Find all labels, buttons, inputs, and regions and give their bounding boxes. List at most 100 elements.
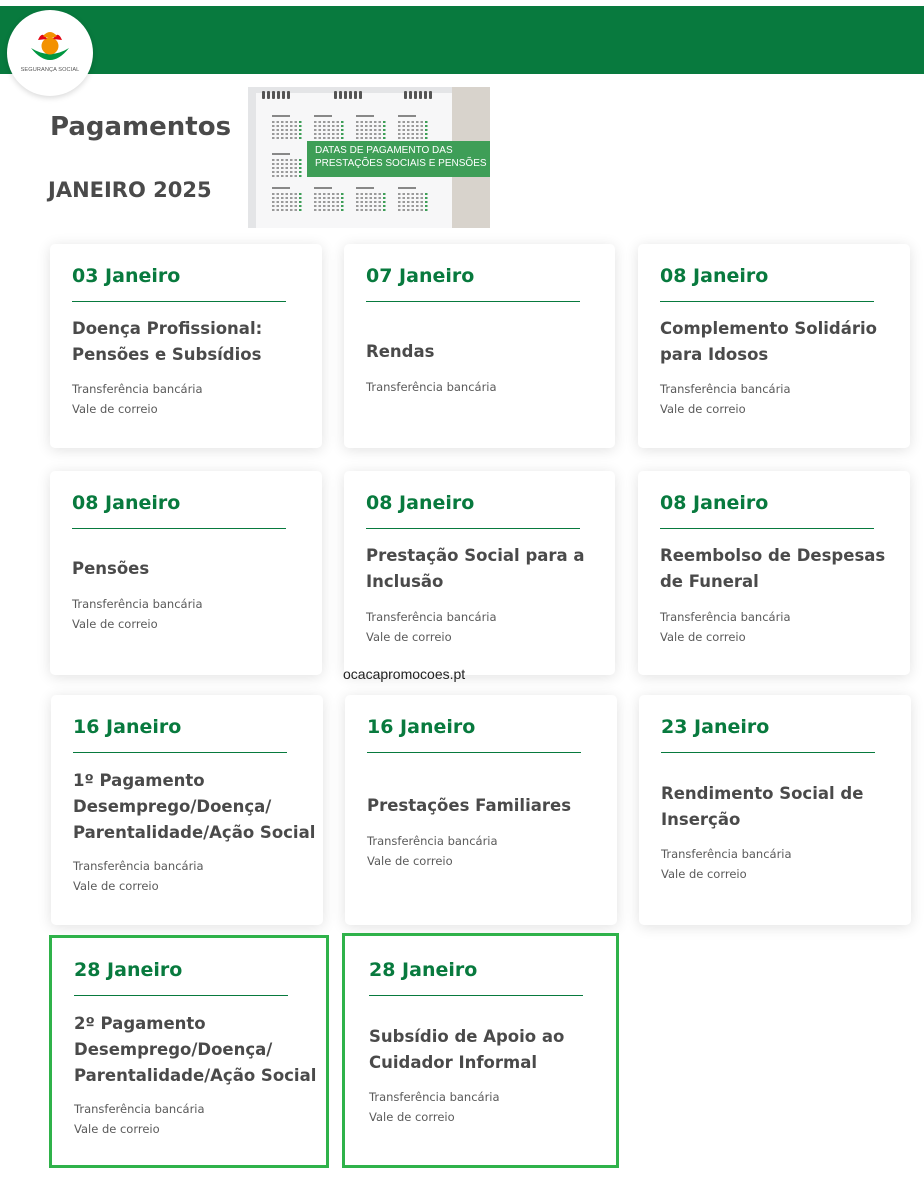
payment-title-line: Reembolso de Despesas [660,546,886,565]
payment-title-line: Prestações Familiares [367,796,572,815]
payment-title-line: Pensões e Subsídios [72,345,262,364]
payment-method: Vale de correio [660,401,746,416]
payment-title: Subsídio de Apoio ao Cuidador Informal [369,1024,619,1076]
payment-title-line: Rendimento Social de [661,784,864,803]
payment-title: 2º Pagamento Desemprego/Doença/ Parental… [74,1011,324,1089]
payment-title-line: Cuidador Informal [369,1053,538,1072]
payment-card[interactable]: 23 Janeiro Rendimento Social de Inserção… [639,695,911,925]
payment-date: 16 Janeiro [73,716,182,738]
payment-title-line: para Idosos [660,345,769,364]
payment-title: Doença Profissional: Pensões e Subsídios [72,316,322,368]
banner-line-2: PRESTAÇÕES SOCIAIS E PENSÕES [315,157,487,169]
payment-date: 08 Janeiro [660,492,769,514]
payment-method: Transferência bancária [366,380,497,394]
payment-date: 03 Janeiro [72,265,181,287]
payment-title: Reembolso de Despesas de Funeral [660,543,910,595]
payment-title-line: Inserção [661,810,741,829]
card-divider [661,752,875,753]
card-divider [72,301,286,302]
payment-date: 07 Janeiro [366,265,475,287]
banner-line-1: DATAS DE PAGAMENTO DAS [315,145,453,156]
payment-card[interactable]: 03 Janeiro Doença Profissional: Pensões … [50,244,322,448]
watermark-text: ocacapromocoes.pt [343,666,466,682]
payment-methods: Transferência bancária Vale de correio [660,380,791,419]
seguranca-social-logo[interactable]: SEGURANÇA SOCIAL [7,10,93,96]
payment-date: 28 Janeiro [369,959,478,981]
payment-card[interactable]: 08 Janeiro Reembolso de Despesas de Fune… [638,471,910,675]
card-divider [74,995,288,996]
payment-title: Rendimento Social de Inserção [661,781,911,833]
payment-method: Vale de correio [660,629,746,644]
payment-method: Vale de correio [661,866,747,881]
payment-methods: Transferência bancária Vale de correio [366,608,497,647]
payment-methods: Transferência bancária Vale de correio [72,380,203,419]
payment-date: 08 Janeiro [72,492,181,514]
payment-title: Prestação Social para a Inclusão [366,543,616,595]
card-divider [660,301,874,302]
payment-methods: Transferência bancária Vale de correio [367,832,498,871]
payment-title-line: 2º Pagamento [74,1014,206,1033]
payment-date: 08 Janeiro [660,265,769,287]
page-title: Pagamentos [50,112,232,142]
payment-title-line: Inclusão [366,572,444,591]
payment-methods: Transferência bancária Vale de correio [73,857,204,896]
payment-title-line: de Funeral [660,572,759,591]
payment-title-line: Parentalidade/Ação Social [73,823,316,842]
payment-card-highlighted[interactable]: 28 Janeiro Subsídio de Apoio ao Cuidador… [342,933,619,1168]
card-divider [367,752,581,753]
payment-date: 28 Janeiro [74,959,183,981]
card-divider [660,528,874,529]
payment-method: Transferência bancária [661,847,792,861]
top-header-bar [0,6,924,74]
card-divider [72,528,286,529]
payment-method: Transferência bancária [367,834,498,848]
payment-title-line: Prestação Social para a [366,546,585,565]
payment-title-line: Complemento Solidário [660,319,877,338]
payment-title-line: Subsídio de Apoio ao [369,1027,565,1046]
payment-title-line: 1º Pagamento [73,771,205,790]
payment-method: Transferência bancária [72,597,203,611]
payment-method: Vale de correio [72,616,158,631]
card-divider [366,301,580,302]
card-divider [73,752,287,753]
payment-card[interactable]: 08 Janeiro Complemento Solidário para Id… [638,244,910,448]
page-subtitle: JANEIRO 2025 [48,178,212,202]
payment-card[interactable]: 16 Janeiro Prestações Familiares Transfe… [345,695,617,925]
payment-date: 08 Janeiro [366,492,475,514]
payment-method: Transferência bancária [74,1102,205,1116]
card-divider [366,528,580,529]
seguranca-social-emblem-icon [31,32,69,60]
payment-card[interactable]: 08 Janeiro Prestação Social para a Inclu… [344,471,615,675]
payment-card[interactable]: 08 Janeiro Pensões Transferência bancári… [50,471,322,675]
payment-methods: Transferência bancária Vale de correio [72,595,203,634]
payment-title-line: Desemprego/Doença/ [73,797,272,816]
calendar-banner-image: DATAS DE PAGAMENTO DAS PRESTAÇÕES SOCIAI… [248,87,490,228]
payment-title: Rendas [366,339,616,365]
banner-label: DATAS DE PAGAMENTO DAS PRESTAÇÕES SOCIAI… [307,141,490,177]
payment-title-line: Rendas [366,342,435,361]
payment-title-line: Parentalidade/Ação Social [74,1066,317,1085]
card-divider [369,995,583,996]
payment-card[interactable]: 16 Janeiro 1º Pagamento Desemprego/Doenç… [51,695,323,925]
payment-method: Vale de correio [366,629,452,644]
payment-method: Vale de correio [369,1109,455,1124]
payment-methods: Transferência bancária Vale de correio [74,1100,205,1139]
payment-method: Transferência bancária [72,382,203,396]
payment-title: Complemento Solidário para Idosos [660,316,910,368]
payment-title: Prestações Familiares [367,793,617,819]
payment-methods: Transferência bancária Vale de correio [369,1088,500,1127]
payment-methods: Transferência bancária [366,378,497,398]
payment-title-line: Desemprego/Doença/ [74,1040,273,1059]
payment-card-highlighted[interactable]: 28 Janeiro 2º Pagamento Desemprego/Doenç… [49,935,329,1168]
payment-method: Transferência bancária [366,610,497,624]
payment-method: Vale de correio [73,878,159,893]
payment-title-line: Doença Profissional: [72,319,263,338]
payment-title: 1º Pagamento Desemprego/Doença/ Parental… [73,768,323,846]
payment-method: Transferência bancária [660,610,791,624]
payment-method: Transferência bancária [73,859,204,873]
payment-methods: Transferência bancária Vale de correio [660,608,791,647]
payment-method: Vale de correio [367,853,453,868]
payment-method: Vale de correio [72,401,158,416]
logo-wordmark: SEGURANÇA SOCIAL [20,67,80,73]
payment-card[interactable]: 07 Janeiro Rendas Transferência bancária [344,244,615,448]
